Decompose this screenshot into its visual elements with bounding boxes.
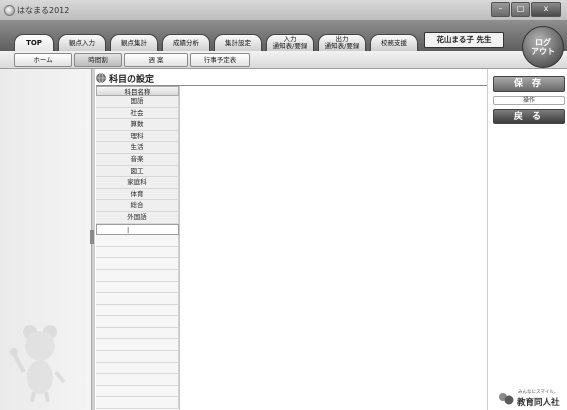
- subject-column-header: 科目名称: [96, 86, 179, 96]
- column-divider: [179, 86, 180, 410]
- mascot-illustration: [10, 325, 66, 402]
- empty-subject-row[interactable]: [96, 397, 179, 410]
- empty-subject-row[interactable]: [96, 293, 179, 305]
- maximize-button[interactable]: □: [511, 2, 530, 17]
- empty-subject-row[interactable]: [96, 235, 179, 247]
- tab-sublabel: 通知表/要録: [272, 42, 308, 50]
- tab-label: 観点集計: [121, 38, 147, 47]
- sub-navigation: ホーム 時間割 週 案 行事予定表: [0, 51, 567, 69]
- empty-subject-row[interactable]: [96, 269, 179, 282]
- logout-button[interactable]: ログ アウト: [522, 26, 564, 68]
- app-icon: [4, 5, 15, 16]
- main-content: 科目の設定 科目名称 国語 社会 算数 理科 生活 音楽 図工 家庭科 体育 総…: [96, 69, 487, 410]
- empty-subject-row[interactable]: [96, 316, 179, 328]
- empty-subject-row[interactable]: [96, 351, 179, 363]
- smile-logo-icon: [499, 393, 514, 405]
- tab-label: 成績分析: [173, 38, 199, 47]
- subject-table: 科目名称 国語 社会 算数 理科 生活 音楽 図工 家庭科 体育 総合 外国語 …: [96, 86, 179, 410]
- subnav-home[interactable]: ホーム: [14, 53, 72, 67]
- tab-sublabel: 通知表/要録: [324, 42, 360, 50]
- brand-logo: みんなにスマイル。 教育同人社: [498, 386, 567, 410]
- save-button[interactable]: 保 存: [493, 76, 565, 92]
- logout-label-line2: アウト: [531, 47, 555, 56]
- subnav-event-schedule[interactable]: 行事予定表: [190, 53, 250, 67]
- tab-score-input[interactable]: 観点入力: [58, 34, 106, 51]
- subject-row[interactable]: 総合: [96, 200, 179, 212]
- section-title: 科目の設定: [109, 74, 155, 85]
- section-header: 科目の設定: [96, 71, 487, 85]
- splitter-grip[interactable]: [90, 230, 94, 244]
- subject-input-field[interactable]: |: [96, 223, 179, 236]
- user-name: 花山まる子 先生: [424, 32, 504, 48]
- tab-summary-settings[interactable]: 集計設定: [214, 34, 262, 51]
- close-button[interactable]: x: [531, 2, 561, 17]
- tab-output-report[interactable]: 出力 通知表/要録: [318, 34, 366, 51]
- right-panel: 保 存 操作 戻 る みんなにスマイル。 教育同人社: [487, 69, 567, 410]
- logout-label-line1: ログ: [535, 38, 551, 47]
- tab-grade-analysis[interactable]: 成績分析: [162, 34, 210, 51]
- minimize-button[interactable]: –: [491, 2, 510, 17]
- tab-label: 集計設定: [225, 38, 251, 47]
- empty-subject-row[interactable]: [96, 258, 179, 270]
- empty-subject-row[interactable]: [96, 385, 179, 398]
- brand-name: 教育同人社: [517, 398, 560, 408]
- tab-score-total[interactable]: 観点集計: [110, 34, 158, 51]
- subnav-weekly-plan[interactable]: 週 案: [124, 53, 188, 67]
- subject-row[interactable]: 図工: [96, 165, 179, 178]
- operation-label: 操作: [493, 96, 565, 105]
- back-button[interactable]: 戻 る: [493, 109, 565, 124]
- empty-subject-row[interactable]: [96, 246, 179, 259]
- empty-subject-row[interactable]: [96, 327, 179, 340]
- brand-tagline: みんなにスマイル。: [518, 390, 559, 395]
- subnav-timetable[interactable]: 時間割: [74, 53, 122, 67]
- subject-row[interactable]: 算数: [96, 119, 179, 131]
- subject-row[interactable]: 体育: [96, 188, 179, 201]
- empty-subject-row[interactable]: [96, 304, 179, 317]
- subject-row[interactable]: 音楽: [96, 153, 179, 166]
- window-title: はなまる2012: [17, 6, 70, 15]
- window-controls: – □ x: [490, 2, 561, 17]
- tab-label: TOP: [26, 38, 42, 47]
- subject-row[interactable]: 家庭科: [96, 177, 179, 189]
- globe-icon: [96, 73, 106, 83]
- empty-subject-row[interactable]: [96, 339, 179, 352]
- empty-subject-row[interactable]: [96, 362, 179, 375]
- tab-top[interactable]: TOP: [14, 34, 54, 51]
- subject-row[interactable]: 外国語: [96, 211, 179, 224]
- title-bar: はなまる2012 – □ x: [0, 0, 567, 21]
- subject-row[interactable]: 国語: [96, 96, 179, 108]
- tab-input-report[interactable]: 入力 通知表/要録: [266, 34, 314, 51]
- empty-subject-row[interactable]: [96, 281, 179, 294]
- tab-label: 観点入力: [69, 38, 95, 47]
- tab-school-support[interactable]: 校務支援: [370, 34, 418, 51]
- subject-row[interactable]: 理科: [96, 130, 179, 143]
- tab-label: 校務支援: [381, 38, 407, 47]
- empty-subject-row[interactable]: [96, 374, 179, 386]
- subject-row[interactable]: 生活: [96, 142, 179, 154]
- main-tab-strip: TOP 観点入力 観点集計 成績分析 集計設定 入力 通知表/要録 出力 通知表/要…: [0, 20, 567, 51]
- subject-row[interactable]: 社会: [96, 107, 179, 120]
